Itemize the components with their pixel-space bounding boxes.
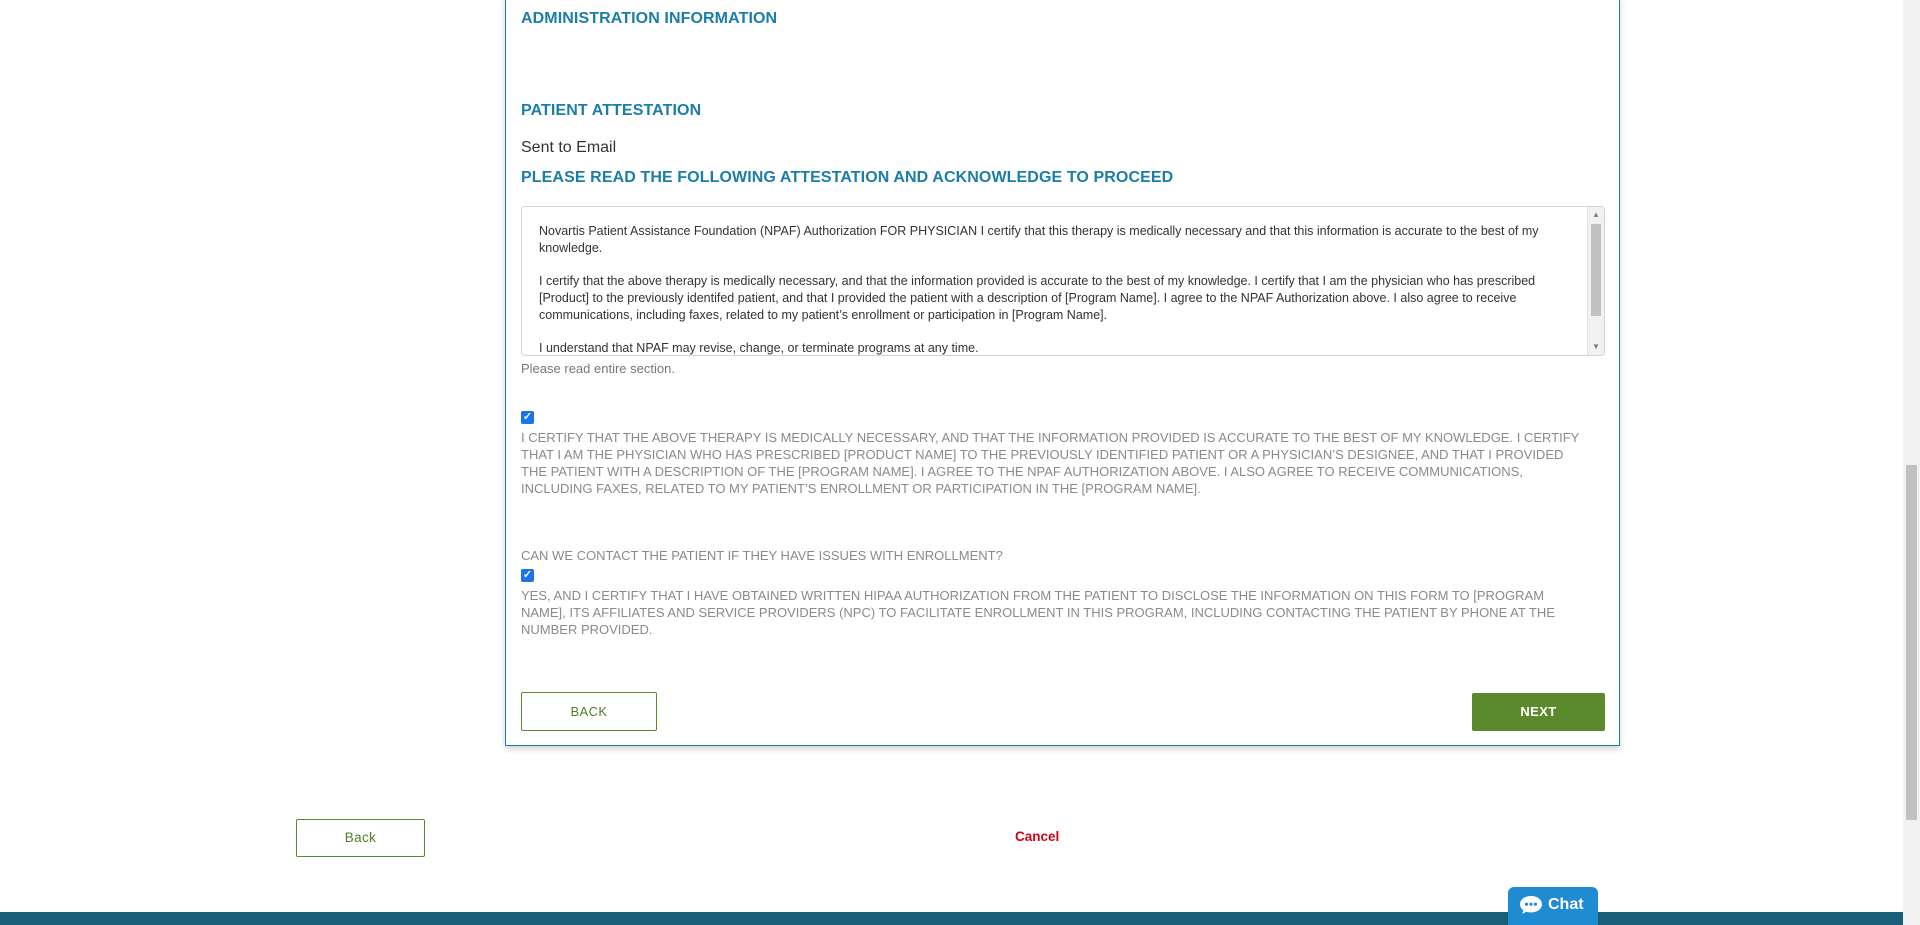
scrollbar-thumb[interactable] bbox=[1591, 224, 1601, 316]
contact-checkbox-label: YES, AND I CERTIFY THAT I HAVE OBTAINED … bbox=[521, 588, 1555, 637]
attestation-paragraph: Novartis Patient Assistance Foundation (… bbox=[539, 224, 1539, 255]
chat-button[interactable]: Chat bbox=[1508, 887, 1598, 925]
chevron-up-icon[interactable]: ▲ bbox=[1588, 208, 1604, 222]
attestation-paragraph: I understand that NPAF may revise, chang… bbox=[539, 341, 979, 355]
contact-question: CAN WE CONTACT THE PATIENT IF THEY HAVE … bbox=[521, 548, 1003, 563]
page-footer bbox=[0, 912, 1903, 925]
read-entire-hint: Please read entire section. bbox=[521, 361, 675, 376]
certify-checkbox-label: I CERTIFY THAT THE ABOVE THERAPY IS MEDI… bbox=[521, 430, 1580, 496]
checkmark-icon: ✓ bbox=[522, 569, 533, 581]
page-scrollbar[interactable] bbox=[1903, 0, 1920, 925]
chat-label: Chat bbox=[1548, 896, 1584, 913]
page-back-button[interactable]: Back bbox=[296, 819, 425, 857]
contact-checkbox[interactable]: ✓ bbox=[521, 569, 534, 582]
attestation-scrollbar[interactable]: ▲ ▼ bbox=[1587, 207, 1604, 355]
chevron-down-icon[interactable]: ▼ bbox=[1588, 340, 1604, 354]
checkmark-icon: ✓ bbox=[522, 411, 533, 423]
next-button[interactable]: NEXT bbox=[1472, 693, 1605, 731]
sent-to-email-text: Sent to Email bbox=[521, 139, 617, 156]
cancel-link[interactable]: Cancel bbox=[1015, 829, 1059, 844]
read-attestation-heading: PLEASE READ THE FOLLOWING ATTESTATION AN… bbox=[521, 169, 1174, 186]
attestation-text-box[interactable]: Novartis Patient Assistance Foundation (… bbox=[521, 206, 1605, 356]
attestation-paragraph: I certify that the above therapy is medi… bbox=[539, 274, 1536, 322]
patient-attestation-heading: PATIENT ATTESTATION bbox=[521, 102, 702, 119]
back-button[interactable]: BACK bbox=[521, 692, 657, 731]
certify-checkbox[interactable]: ✓ bbox=[521, 411, 534, 424]
chat-bubble-icon bbox=[1520, 895, 1542, 914]
admin-info-heading: ADMINISTRATION INFORMATION bbox=[521, 10, 778, 27]
page-scrollbar-thumb[interactable] bbox=[1906, 465, 1917, 820]
attestation-text: Novartis Patient Assistance Foundation (… bbox=[539, 223, 1570, 355]
